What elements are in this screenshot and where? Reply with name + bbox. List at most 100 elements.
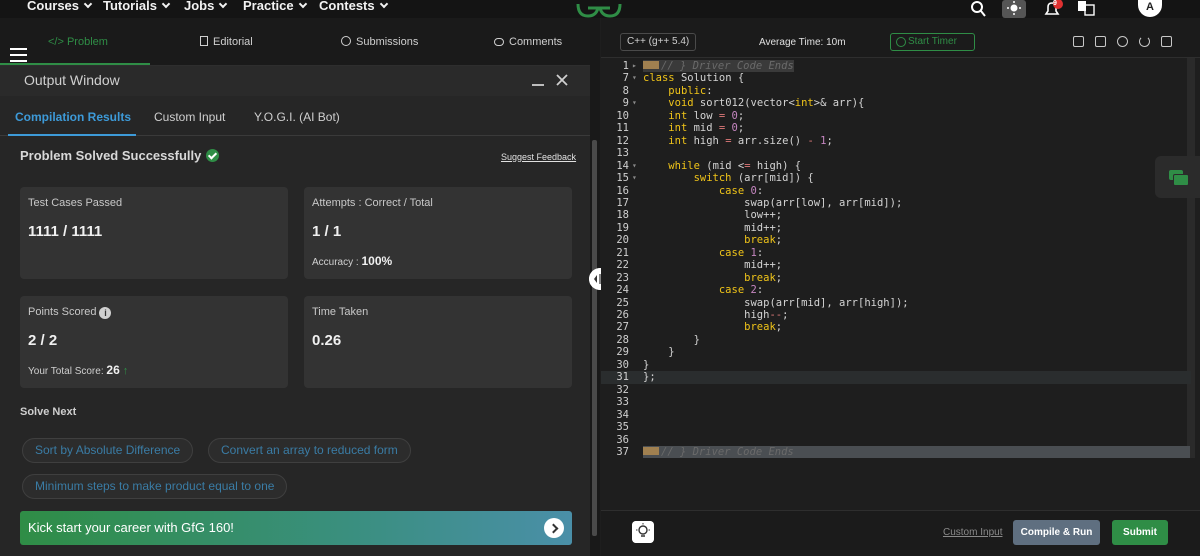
code-line[interactable]: 16 case 0:: [601, 185, 1191, 197]
copy-icon[interactable]: [1073, 36, 1084, 47]
code-line[interactable]: 29 }: [601, 346, 1191, 358]
chevron-right-icon[interactable]: [544, 518, 564, 538]
code-line[interactable]: 18 low++;: [601, 209, 1191, 221]
fold-arrow-icon[interactable]: ▾: [632, 97, 637, 109]
compile-run-button[interactable]: Compile & Run: [1013, 520, 1100, 545]
code-line[interactable]: 8 public:: [601, 85, 1191, 97]
code-line[interactable]: 10 int low = 0;: [601, 110, 1191, 122]
code-line[interactable]: 25 swap(arr[mid], arr[high]);: [601, 297, 1191, 309]
minimize-icon[interactable]: [532, 84, 544, 86]
tab-problem[interactable]: </> Problem: [48, 36, 108, 48]
line-number: 10: [616, 109, 629, 122]
code-line[interactable]: 22 mid++;: [601, 259, 1191, 271]
code-line[interactable]: 15 ▾ switch (arr[mid]) {: [601, 172, 1191, 184]
menu-icon[interactable]: [10, 48, 27, 62]
code-line[interactable]: 17 swap(arr[low], arr[mid]);: [601, 197, 1191, 209]
top-navbar: Courses Tutorials Jobs Practice Contests…: [0, 0, 1200, 18]
fold-arrow-icon[interactable]: ▸: [632, 60, 637, 72]
code-line[interactable]: 1 ▸ // } Driver Code Ends: [601, 60, 1191, 73]
code-line[interactable]: 27 break;: [601, 321, 1191, 333]
chat-icon[interactable]: [1155, 156, 1200, 198]
code-line[interactable]: 34: [601, 409, 1191, 421]
custom-input-link[interactable]: Custom Input: [943, 527, 1002, 538]
code-line[interactable]: 28 }: [601, 334, 1191, 346]
code-line[interactable]: 20 break;: [601, 234, 1191, 246]
code-line[interactable]: 30}: [601, 359, 1191, 371]
solve-next-chip[interactable]: Minimum steps to make product equal to o…: [22, 474, 288, 499]
left-scrollbar[interactable]: [592, 140, 597, 536]
fold-arrow-icon[interactable]: ▾: [632, 72, 637, 84]
code-line[interactable]: 31};: [601, 371, 1191, 384]
code-line[interactable]: 11 int mid = 0;: [601, 122, 1191, 134]
lightbulb-icon[interactable]: [632, 521, 654, 543]
translate-icon[interactable]: [1076, 0, 1098, 18]
language-select[interactable]: C++ (g++ 5.4): [620, 33, 696, 51]
gfg160-banner[interactable]: Kick start your career with GfG 160!: [20, 511, 572, 545]
code-line[interactable]: 24 case 2:: [601, 284, 1191, 296]
document-icon: [200, 36, 208, 46]
points-value: 2 / 2: [28, 332, 58, 349]
code-line[interactable]: 9 ▾ void sort012(vector<int>& arr){: [601, 97, 1191, 109]
tab-editorial[interactable]: Editorial: [200, 36, 253, 48]
suggest-feedback-link[interactable]: Suggest Feedback: [501, 152, 576, 162]
problem-tabbar: </> Problem Editorial Submissions Commen…: [0, 18, 590, 66]
line-number: 12: [616, 134, 629, 147]
fold-arrow-icon[interactable]: ▾: [632, 160, 637, 172]
close-icon[interactable]: [556, 74, 568, 86]
time-taken-card: Time Taken 0.26: [304, 296, 572, 388]
code-text: swap(arr[low], arr[mid]);: [744, 196, 903, 209]
fullscreen-icon[interactable]: [1161, 36, 1172, 47]
line-number: 14: [616, 159, 629, 172]
code-text: void sort012(vector<int>& arr){: [668, 97, 865, 110]
nav-jobs[interactable]: Jobs: [184, 0, 228, 18]
line-number: 11: [616, 122, 629, 135]
code-line[interactable]: 26 high--;: [601, 309, 1191, 321]
nav-courses[interactable]: Courses: [27, 0, 93, 18]
code-line[interactable]: 14 ▾ while (mid <= high) {: [601, 160, 1191, 172]
tab-custom-input[interactable]: Custom Input: [154, 110, 225, 124]
tab-comments[interactable]: Comments: [494, 36, 562, 48]
code-line[interactable]: 33: [601, 396, 1191, 408]
code-line[interactable]: 32: [601, 384, 1191, 396]
code-text: break;: [744, 321, 783, 334]
solve-next-chip[interactable]: Convert an array to reduced form: [208, 438, 411, 463]
nav-practice[interactable]: Practice: [243, 0, 307, 18]
points-card: Points Scored i 2 / 2 Your Total Score: 2…: [20, 296, 288, 388]
nav-contests[interactable]: Contests: [319, 0, 388, 18]
nav-tutorials[interactable]: Tutorials: [103, 0, 171, 18]
bell-icon[interactable]: [1041, 0, 1063, 18]
code-editor[interactable]: 1 ▸// } Driver Code Ends 7 ▾ class Solution …: [601, 58, 1200, 510]
code-line[interactable]: 21 case 1:: [601, 247, 1191, 259]
code-line[interactable]: 13: [601, 147, 1191, 159]
theme-toggle-icon[interactable]: [1002, 0, 1026, 18]
code-line[interactable]: 23 break;: [601, 272, 1191, 284]
submit-button[interactable]: Submit: [1112, 520, 1168, 545]
avatar[interactable]: A: [1138, 0, 1162, 17]
code-line[interactable]: 19 mid++;: [601, 222, 1191, 234]
attempts-value: 1 / 1: [312, 223, 342, 240]
code-text: int low = 0;: [668, 109, 745, 122]
fold-arrow-icon[interactable]: ▾: [632, 172, 637, 184]
code-line[interactable]: 12 int high = arr.size() - 1;: [601, 135, 1191, 147]
line-number: 23: [616, 271, 629, 284]
solve-next-chip[interactable]: Sort by Absolute Difference: [22, 438, 194, 463]
tab-yogi-ai-bot[interactable]: Y.O.G.I. (AI Bot): [254, 110, 340, 124]
code-line[interactable]: 37 // } Driver Code Ends: [601, 445, 1191, 459]
gfg-logo[interactable]: [574, 0, 624, 18]
tab-comments-label: Comments: [509, 36, 563, 48]
info-icon[interactable]: i: [99, 307, 112, 319]
line-number: 33: [616, 396, 629, 409]
start-timer-button[interactable]: Start Timer: [890, 33, 975, 51]
reset-icon[interactable]: [1139, 36, 1150, 47]
tab-compilation-results[interactable]: Compilation Results: [15, 110, 131, 124]
upload-icon[interactable]: [1095, 36, 1106, 47]
code-text: switch (arr[mid]) {: [693, 172, 814, 185]
code-line[interactable]: 36: [601, 434, 1191, 446]
search-icon[interactable]: [967, 0, 989, 18]
chevron-down-icon: [298, 0, 307, 9]
line-number: 27: [616, 321, 629, 334]
code-line[interactable]: 35: [601, 421, 1191, 433]
code-line[interactable]: 7 ▾ class Solution {: [601, 72, 1191, 84]
tab-submissions[interactable]: Submissions: [341, 36, 418, 48]
settings-icon[interactable]: [1117, 36, 1128, 47]
